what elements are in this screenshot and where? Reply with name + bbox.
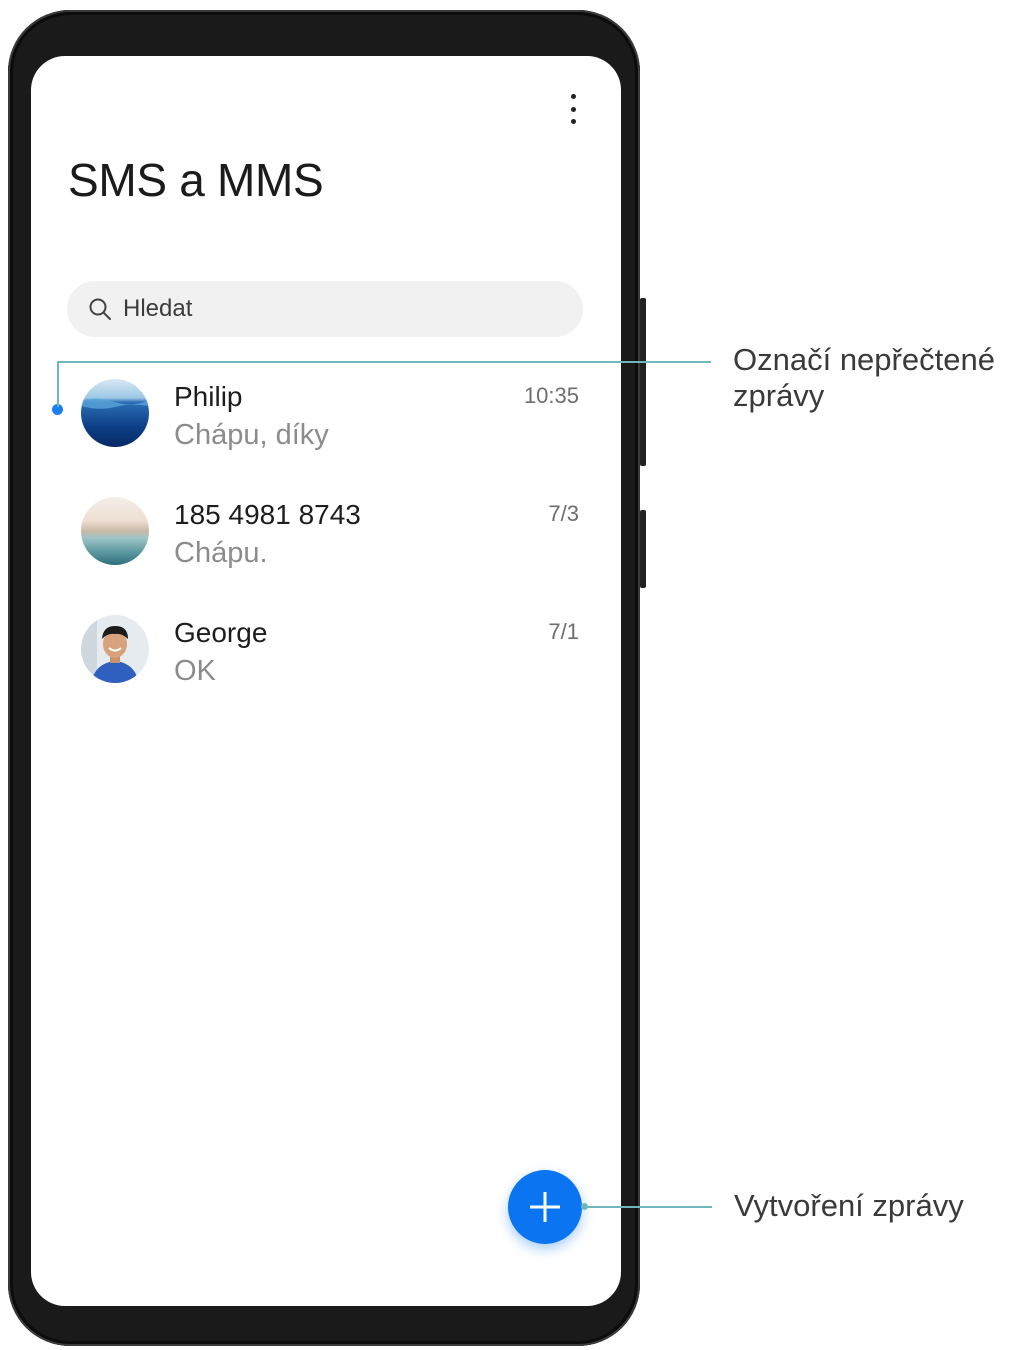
callout-unread-line2: zprávy xyxy=(733,378,825,413)
more-dot xyxy=(570,94,576,99)
callout-unread-label: Označí nepřečtené zprávy xyxy=(733,342,995,414)
search-icon xyxy=(89,298,111,320)
contact-name: 185 4981 8743 xyxy=(174,499,361,530)
callout-new-message-label: Vytvoření zprávy xyxy=(734,1188,964,1223)
more-options-icon[interactable] xyxy=(563,92,583,126)
message-preview: Chápu. xyxy=(174,537,268,569)
message-time: 10:35 xyxy=(523,383,579,408)
search-bar[interactable] xyxy=(67,281,583,337)
callout-line xyxy=(586,1206,712,1208)
volume-button xyxy=(640,298,646,466)
conversation-item-george[interactable]: George OK 7/1 xyxy=(31,615,621,731)
callout-line xyxy=(57,361,59,407)
message-time: 7/3 xyxy=(548,501,579,526)
callout-line xyxy=(57,361,711,363)
conversation-item-philip[interactable]: Philip Chápu, díky 10:35 xyxy=(31,379,621,495)
screen: SMS a MMS Hledat Philip Chápu, díky 10:3… xyxy=(31,56,621,1306)
more-dot xyxy=(570,119,576,124)
message-time: 7/1 xyxy=(548,619,579,644)
avatar-person-photo xyxy=(81,615,149,683)
more-dot xyxy=(570,106,576,112)
beach-photo-icon xyxy=(81,497,149,565)
contact-name: Philip xyxy=(174,381,243,412)
contact-name: George xyxy=(174,617,268,648)
message-preview: OK xyxy=(174,655,216,687)
power-button xyxy=(640,510,646,588)
callout-unread-line1: Označí nepřečtené xyxy=(733,342,995,377)
message-preview: Chápu, díky xyxy=(174,419,329,451)
ocean-photo-icon xyxy=(81,379,149,447)
conversation-item-number[interactable]: 185 4981 8743 Chápu. 7/3 xyxy=(31,497,621,613)
avatar-beach-photo xyxy=(81,497,149,565)
person-photo-icon xyxy=(81,615,149,683)
page-title: SMS a MMS xyxy=(68,154,324,206)
new-message-button[interactable] xyxy=(508,1170,582,1244)
search-input[interactable] xyxy=(123,295,543,323)
avatar-ocean-photo xyxy=(81,379,149,447)
